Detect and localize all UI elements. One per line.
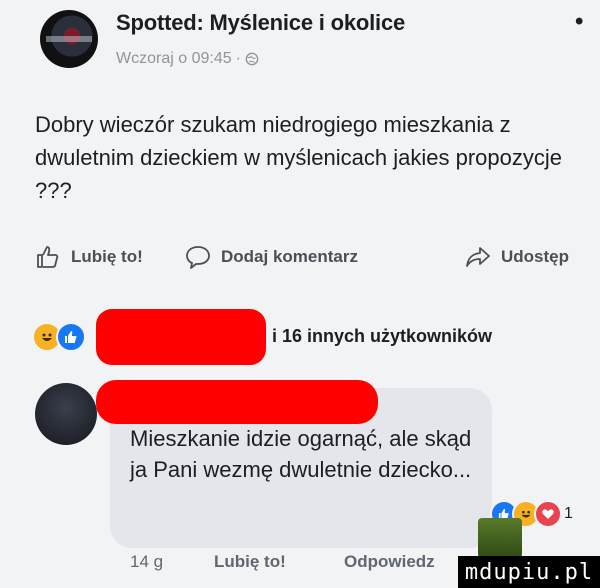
like-button[interactable]: Lubię to! (35, 244, 143, 270)
love-icon (534, 500, 562, 528)
page-avatar[interactable] (40, 10, 98, 68)
share-icon (466, 247, 490, 267)
thumbs-up-icon (37, 246, 59, 268)
reactions-others-text[interactable]: i 16 innych użytkowników (272, 326, 492, 347)
share-label: Udostęp (501, 247, 569, 266)
globe-icon (245, 52, 259, 66)
watermark: mdupiu.pl (458, 556, 600, 588)
comment-label: Dodaj komentarz (221, 247, 358, 266)
comment-reaction-count: 1 (564, 505, 573, 522)
comment-icon (186, 246, 210, 269)
like-label: Lubię to! (71, 247, 143, 266)
redacted-commenter-name (96, 380, 378, 424)
commenter-avatar[interactable] (35, 383, 97, 445)
watermark-badge-icon (478, 518, 522, 558)
comment-like-button[interactable]: Lubię to! (214, 552, 286, 572)
post-text: Dobry wieczór szukam niedrogiego mieszka… (35, 112, 562, 203)
comment-reply-button[interactable]: Odpowiedz (344, 552, 435, 572)
post-reactions[interactable] (32, 322, 86, 352)
post-timestamp[interactable]: Wczoraj o 09:45 (116, 50, 232, 68)
meta-separator: · (235, 50, 241, 67)
redacted-names (96, 309, 266, 365)
comment-time[interactable]: 14 g (130, 552, 163, 572)
more-options-icon[interactable]: • (575, 8, 583, 36)
comment-button[interactable]: Dodaj komentarz (185, 244, 358, 270)
page-name[interactable]: Spotted: Myślenice i okolice (116, 10, 405, 36)
comment-text: Mieszkanie idzie ogarnąć, ale skąd ja Pa… (130, 426, 472, 482)
share-button[interactable]: Udostęp (465, 244, 569, 270)
post-meta: Wczoraj o 09:45 · (116, 50, 259, 68)
like-icon (56, 322, 86, 352)
